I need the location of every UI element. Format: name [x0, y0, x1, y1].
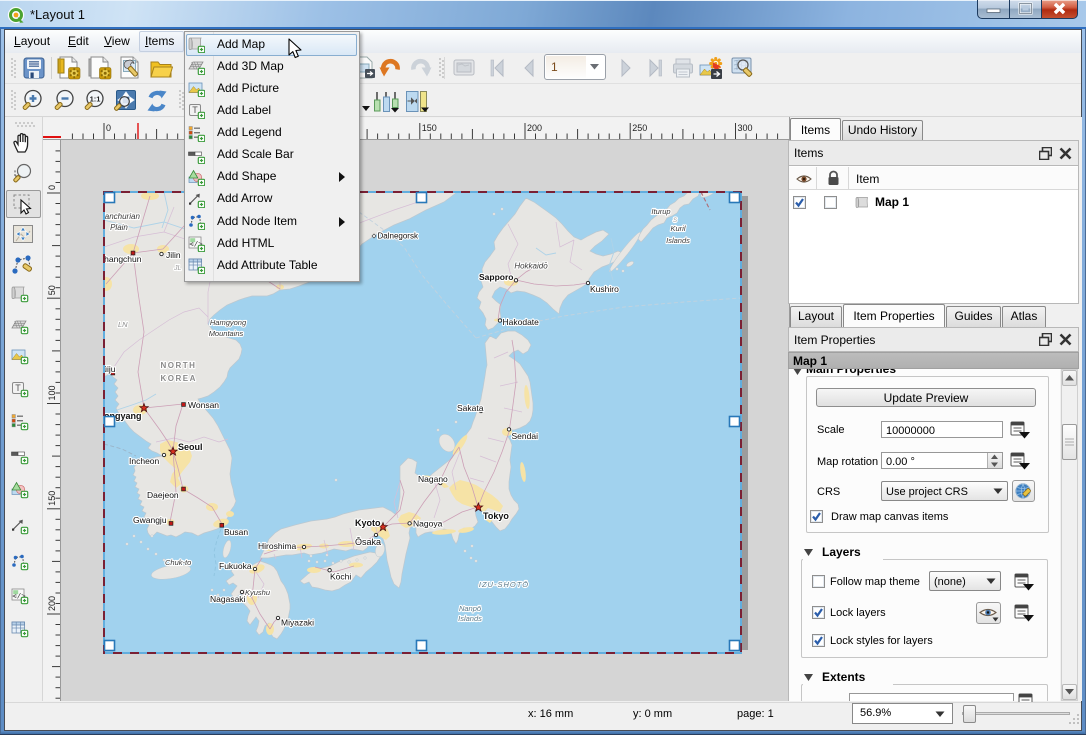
- svg-text:250: 250: [632, 123, 647, 133]
- svg-text:200: 200: [527, 123, 542, 133]
- svg-text:T: T: [15, 383, 21, 393]
- svg-text:200: 200: [47, 596, 57, 611]
- svg-text:0: 0: [47, 185, 57, 190]
- svg-text:150: 150: [422, 123, 437, 133]
- svg-text:50: 50: [47, 285, 57, 295]
- svg-text:300: 300: [738, 123, 753, 133]
- svg-text:T: T: [192, 105, 198, 115]
- svg-text:1:1: 1:1: [90, 95, 101, 104]
- svg-text:100: 100: [47, 385, 57, 400]
- svg-text:150: 150: [47, 491, 57, 506]
- svg-text:0: 0: [106, 123, 111, 133]
